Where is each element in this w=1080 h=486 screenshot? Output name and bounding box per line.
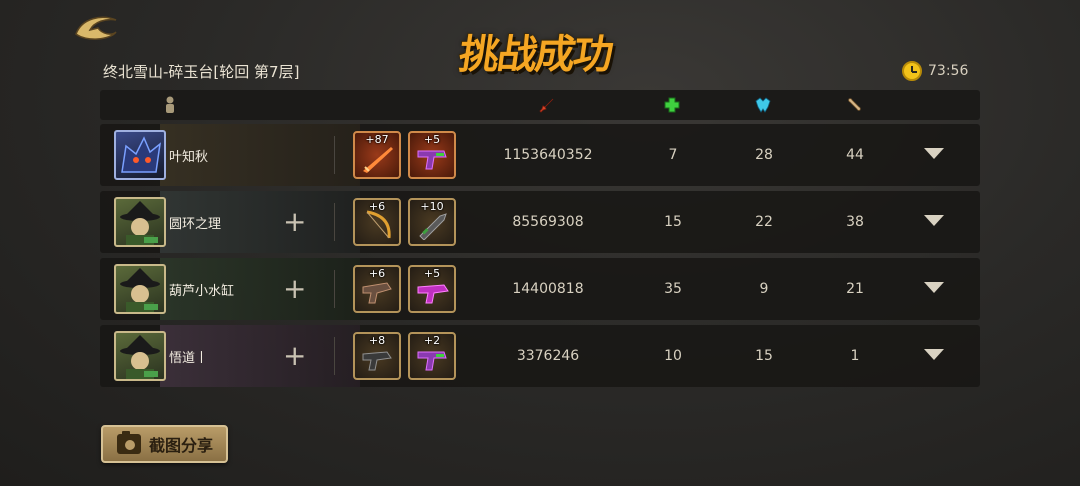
share-label: 截图分享 — [149, 436, 214, 455]
heal-value: 35 — [664, 281, 682, 297]
expand-icon[interactable] — [924, 148, 944, 159]
avatar[interactable] — [114, 331, 166, 381]
item-level: +8 — [368, 334, 386, 347]
item-level: +6 — [368, 267, 386, 280]
expand-icon[interactable] — [924, 282, 944, 293]
gun-icon — [417, 150, 447, 170]
back-button[interactable] — [72, 12, 120, 42]
heal-value: 10 — [664, 348, 682, 364]
expand-icon[interactable] — [924, 215, 944, 226]
item-level: +5 — [423, 267, 441, 280]
player-name: 叶知秋 — [169, 150, 209, 165]
avatar[interactable] — [114, 197, 166, 247]
item-level: +6 — [368, 200, 386, 213]
weapon-slot[interactable]: +87 — [353, 131, 401, 179]
back-arrow-icon — [75, 16, 117, 40]
add-friend-button[interactable]: + — [283, 205, 306, 239]
weapon-slot[interactable]: +2 — [408, 332, 456, 380]
weapon-slot[interactable]: +5 — [408, 131, 456, 179]
person-icon — [161, 96, 179, 114]
player-row: 圆环之理 + +6 +10 85569308 15 22 38 — [100, 191, 980, 253]
sword-icon — [538, 96, 556, 114]
damage-value: 85569308 — [512, 214, 584, 230]
player-name: 圆环之理 — [169, 217, 222, 232]
camera-icon — [117, 431, 141, 454]
timer: 73:56 — [902, 61, 968, 81]
expand-icon[interactable] — [924, 349, 944, 360]
heal-value: 15 — [664, 214, 682, 230]
witch-icon — [120, 335, 160, 379]
clock-icon — [902, 61, 922, 81]
damage-value: 14400818 — [512, 281, 584, 297]
cross-icon — [663, 96, 681, 114]
witch-icon — [120, 201, 160, 245]
item-level: +2 — [423, 334, 441, 347]
tank-value: 15 — [755, 348, 773, 364]
column-header-bar — [100, 90, 980, 120]
divider — [334, 136, 335, 174]
player-name: 葫芦小水缸 — [169, 284, 235, 299]
divider — [334, 270, 335, 308]
gun-icon — [417, 351, 447, 371]
avatar[interactable] — [114, 130, 166, 180]
kills-value: 44 — [846, 147, 864, 163]
dagger-icon — [419, 213, 447, 240]
bone-icon — [845, 96, 863, 114]
gun-icon — [417, 284, 449, 304]
tank-value: 9 — [759, 281, 769, 297]
stage-label: 终北雪山-碎玉台[轮回 第7层] — [103, 63, 300, 81]
weapon-slot[interactable]: +5 — [408, 265, 456, 313]
shield-beast-icon — [754, 96, 772, 114]
page-title: 挑战成功 — [456, 32, 615, 78]
player-row: 叶知秋 +87 +5 1153640352 7 28 44 — [100, 124, 980, 186]
divider — [334, 203, 335, 241]
kills-value: 1 — [850, 348, 860, 364]
item-level: +87 — [365, 133, 389, 146]
weapon-slot[interactable]: +6 — [353, 198, 401, 246]
item-level: +5 — [423, 133, 441, 146]
player-name: 悟道丨 — [169, 351, 209, 366]
bow-icon — [366, 210, 391, 239]
weapon-slot[interactable]: +8 — [353, 332, 401, 380]
heal-value: 7 — [668, 147, 678, 163]
add-friend-button[interactable]: + — [283, 339, 306, 373]
divider — [334, 337, 335, 375]
item-level: +10 — [420, 200, 444, 213]
share-screenshot-button[interactable]: 截图分享 — [101, 425, 228, 463]
tank-value: 22 — [755, 214, 773, 230]
witch-icon — [120, 268, 160, 312]
tank-value: 28 — [755, 147, 773, 163]
player-row: 悟道丨 + +8 +2 3376246 10 15 1 — [100, 325, 980, 387]
weapon-slot[interactable]: +10 — [408, 198, 456, 246]
beast-icon — [121, 136, 162, 173]
player-row: 葫芦小水缸 + +6 +5 14400818 35 9 21 — [100, 258, 980, 320]
kills-value: 21 — [846, 281, 864, 297]
damage-value: 3376246 — [516, 348, 580, 364]
timer-value: 73:56 — [928, 63, 969, 79]
gun-icon — [362, 351, 392, 371]
gun-icon — [362, 282, 392, 304]
damage-value: 1153640352 — [503, 147, 593, 163]
weapon-slot[interactable]: +6 — [353, 265, 401, 313]
kills-value: 38 — [846, 214, 864, 230]
add-friend-button[interactable]: + — [283, 272, 306, 306]
avatar[interactable] — [114, 264, 166, 314]
weapon-icon — [363, 147, 393, 173]
